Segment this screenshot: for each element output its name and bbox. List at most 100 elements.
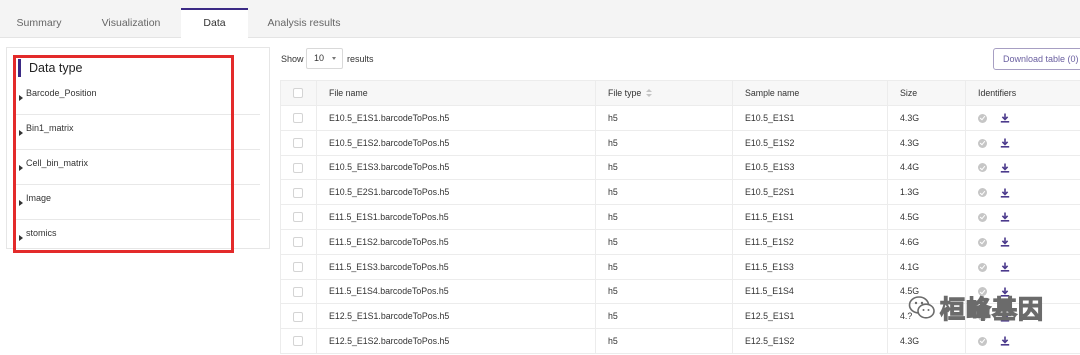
sample-name-cell: E11.5_E1S4 [732, 278, 888, 305]
data-type-item-barcode-position[interactable]: Barcode_Position [15, 81, 260, 115]
file-type-cell: h5 [595, 303, 733, 330]
download-icon[interactable] [1000, 237, 1010, 247]
show-label: Show [281, 54, 304, 64]
tab-visualization[interactable]: Visualization [90, 8, 172, 38]
table-row: E12.5_E1S2.barcodeToPos.h5 h5 E12.5_E1S2 4.… [280, 328, 1080, 354]
column-header-file-type[interactable]: File type [595, 80, 733, 106]
check-circle-icon[interactable] [978, 336, 987, 346]
sample-name-cell: E12.5_E1S2 [732, 328, 888, 354]
data-type-item-label: Cell_bin_matrix [26, 158, 89, 168]
data-type-item-stomics[interactable]: stomics [15, 221, 260, 255]
file-type-cell: h5 [595, 154, 733, 181]
sample-name-cell: E11.5_E1S1 [732, 204, 888, 230]
table-row: E10.5_E2S1.barcodeToPos.h5 h5 E10.5_E2S1 1.… [280, 179, 1080, 206]
row-checkbox[interactable] [293, 138, 303, 149]
row-checkbox[interactable] [293, 212, 303, 223]
data-type-item-bin1-matrix[interactable]: Bin1_matrix [15, 116, 260, 150]
identifiers-cell [965, 204, 1080, 230]
data-type-item-label: Image [26, 193, 52, 203]
file-type-cell: h5 [595, 105, 733, 131]
file-name-cell: E10.5_E1S2.barcodeToPos.h5 [316, 129, 596, 156]
size-cell: 4.1G [887, 253, 966, 280]
file-type-cell: h5 [595, 129, 733, 156]
wechat-icon [908, 296, 935, 319]
caret-right-icon [19, 129, 23, 136]
file-type-cell: h5 [595, 328, 733, 354]
column-header-identifiers: Identifiers [965, 80, 1080, 106]
table-row: E11.5_E1S2.barcodeToPos.h5 h5 E11.5_E1S2 4.… [280, 228, 1080, 255]
sample-name-cell: E11.5_E1S2 [732, 228, 888, 255]
identifiers-cell [965, 228, 1080, 255]
sample-name-cell: E10.5_E1S2 [732, 129, 888, 156]
sort-icon[interactable] [646, 89, 653, 98]
identifiers-cell [965, 253, 1080, 280]
download-icon[interactable] [1000, 188, 1010, 198]
row-checkbox[interactable] [293, 187, 303, 198]
select-all-checkbox[interactable] [293, 88, 303, 99]
row-select-cell [280, 129, 317, 156]
sample-name-cell: E10.5_E2S1 [732, 179, 888, 206]
row-select-cell [280, 303, 317, 330]
file-type-header-label: File type [608, 87, 642, 98]
caret-right-icon [19, 199, 23, 206]
row-checkbox[interactable] [293, 311, 303, 322]
check-circle-icon[interactable] [978, 113, 987, 123]
file-type-cell: h5 [595, 253, 733, 280]
file-name-cell: E11.5_E1S4.barcodeToPos.h5 [316, 278, 596, 305]
row-checkbox[interactable] [293, 162, 303, 173]
row-checkbox[interactable] [293, 262, 303, 273]
row-checkbox[interactable] [293, 286, 303, 297]
table-row: E10.5_E1S3.barcodeToPos.h5 h5 E10.5_E1S3 4.… [280, 154, 1080, 181]
download-icon[interactable] [1000, 113, 1010, 123]
file-name-cell: E11.5_E1S2.barcodeToPos.h5 [316, 228, 596, 255]
sample-name-cell: E12.5_E1S1 [732, 303, 888, 330]
table-row: E11.5_E1S1.barcodeToPos.h5 h5 E11.5_E1S1 4.… [280, 204, 1080, 230]
check-circle-icon[interactable] [978, 262, 987, 272]
caret-right-icon [19, 234, 23, 241]
file-type-cell: h5 [595, 278, 733, 305]
identifiers-cell [965, 328, 1080, 354]
column-header-file-name: File name [316, 80, 596, 106]
sample-name-cell: E11.5_E1S3 [732, 253, 888, 280]
results-label: results [347, 54, 374, 64]
data-type-title: Data type [18, 59, 83, 77]
row-checkbox[interactable] [293, 113, 303, 124]
tab-data[interactable]: Data [181, 8, 248, 39]
column-header-sample-name: Sample name [732, 80, 888, 106]
data-type-item-image[interactable]: Image [15, 186, 260, 220]
tab-analysis-results[interactable]: Analysis results [258, 8, 350, 38]
check-circle-icon[interactable] [978, 212, 987, 222]
download-table-button[interactable]: Download table (0) [993, 48, 1080, 70]
download-icon[interactable] [1000, 138, 1010, 148]
page-size-select[interactable]: 10 [306, 48, 343, 69]
size-cell: 4.3G [887, 105, 966, 131]
tab-summary[interactable]: Summary [0, 8, 78, 38]
data-type-panel: Data type Barcode_Position Bin1_matrix C… [6, 47, 270, 249]
check-circle-icon[interactable] [978, 237, 987, 247]
caret-right-icon [19, 94, 23, 101]
identifiers-cell [965, 105, 1080, 131]
download-icon[interactable] [1000, 336, 1010, 347]
file-name-cell: E10.5_E2S1.barcodeToPos.h5 [316, 179, 596, 206]
file-name-cell: E11.5_E1S1.barcodeToPos.h5 [316, 204, 596, 230]
check-circle-icon[interactable] [978, 138, 987, 148]
row-select-cell [280, 204, 317, 230]
data-type-item-cell-bin-matrix[interactable]: Cell_bin_matrix [15, 151, 260, 185]
caret-right-icon [19, 164, 23, 171]
download-icon[interactable] [1000, 262, 1010, 272]
identifiers-cell [965, 179, 1080, 206]
sample-name-cell: E10.5_E1S3 [732, 154, 888, 181]
file-name-cell: E11.5_E1S3.barcodeToPos.h5 [316, 253, 596, 280]
file-name-cell: E10.5_E1S3.barcodeToPos.h5 [316, 154, 596, 181]
table-header-row: File name File type Sample name Size Ide… [280, 80, 1080, 106]
download-icon[interactable] [1000, 212, 1010, 223]
check-circle-icon[interactable] [978, 163, 987, 173]
check-circle-icon[interactable] [978, 188, 987, 198]
row-checkbox[interactable] [293, 237, 303, 248]
row-checkbox[interactable] [293, 336, 303, 347]
file-name-cell: E10.5_E1S1.barcodeToPos.h5 [316, 105, 596, 131]
row-select-cell [280, 253, 317, 280]
table-row: E10.5_E1S1.barcodeToPos.h5 h5 E10.5_E1S1 4.… [280, 105, 1080, 131]
download-icon[interactable] [1000, 163, 1010, 173]
row-select-cell [280, 228, 317, 255]
